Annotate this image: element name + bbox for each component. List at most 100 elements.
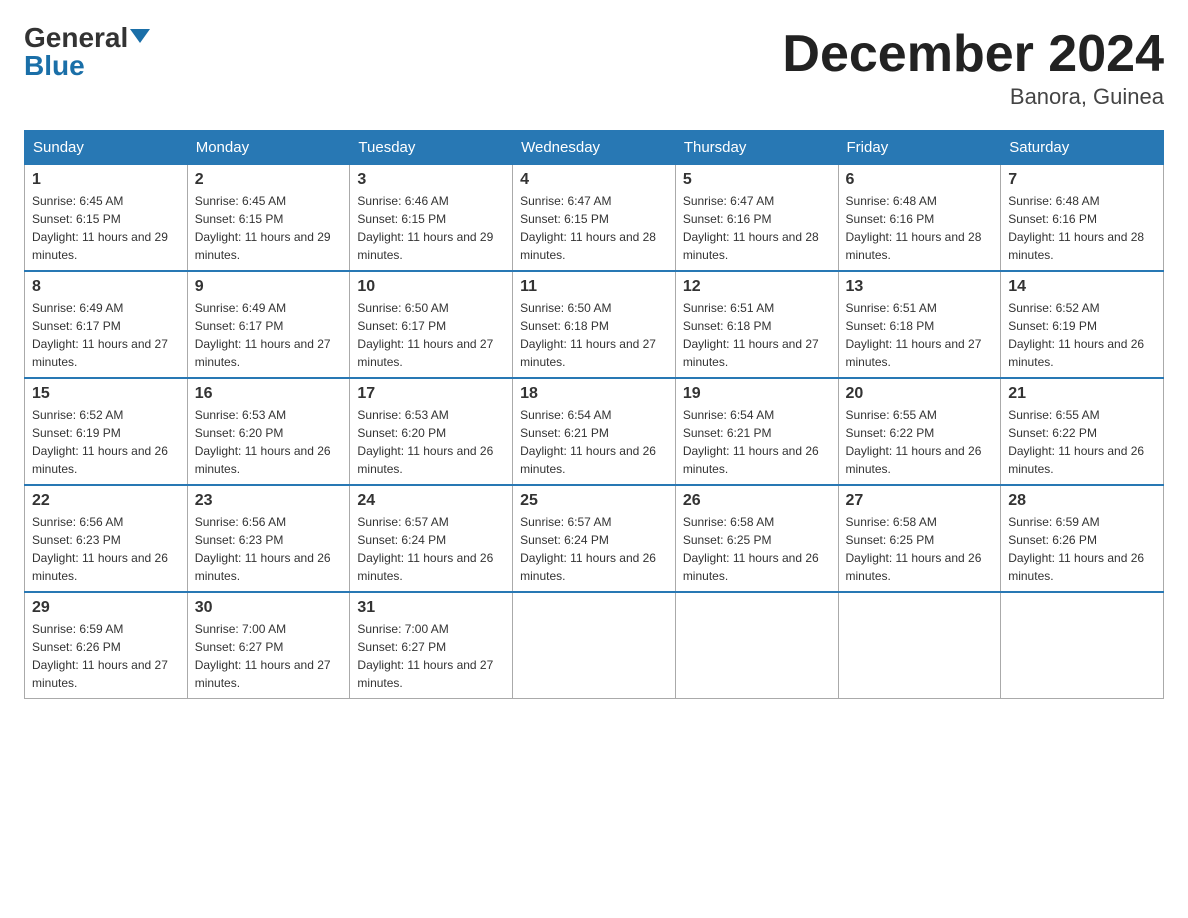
day-info: Sunrise: 6:49 AM Sunset: 6:17 PM Dayligh…	[32, 299, 180, 371]
calendar-cell: 30 Sunrise: 7:00 AM Sunset: 6:27 PM Dayl…	[187, 592, 350, 699]
location: Banora, Guinea	[782, 84, 1164, 110]
calendar-cell: 24 Sunrise: 6:57 AM Sunset: 6:24 PM Dayl…	[350, 485, 513, 592]
day-info: Sunrise: 6:50 AM Sunset: 6:18 PM Dayligh…	[520, 299, 668, 371]
day-number: 18	[520, 385, 668, 403]
calendar-cell: 18 Sunrise: 6:54 AM Sunset: 6:21 PM Dayl…	[513, 378, 676, 485]
day-number: 4	[520, 171, 668, 189]
calendar-table: SundayMondayTuesdayWednesdayThursdayFrid…	[24, 130, 1164, 699]
day-number: 28	[1008, 492, 1156, 510]
day-number: 19	[683, 385, 831, 403]
logo-triangle-icon	[130, 29, 150, 43]
day-number: 12	[683, 278, 831, 296]
day-info: Sunrise: 6:45 AM Sunset: 6:15 PM Dayligh…	[195, 192, 343, 264]
day-number: 13	[846, 278, 994, 296]
calendar-cell	[513, 592, 676, 699]
title-block: December 2024 Banora, Guinea	[782, 24, 1164, 110]
calendar-cell: 25 Sunrise: 6:57 AM Sunset: 6:24 PM Dayl…	[513, 485, 676, 592]
page-header: General Blue December 2024 Banora, Guine…	[24, 24, 1164, 110]
logo: General Blue	[24, 24, 150, 80]
day-number: 6	[846, 171, 994, 189]
day-info: Sunrise: 6:51 AM Sunset: 6:18 PM Dayligh…	[683, 299, 831, 371]
day-info: Sunrise: 6:53 AM Sunset: 6:20 PM Dayligh…	[195, 406, 343, 478]
day-header-tuesday: Tuesday	[350, 131, 513, 165]
day-info: Sunrise: 6:57 AM Sunset: 6:24 PM Dayligh…	[520, 513, 668, 585]
day-header-saturday: Saturday	[1001, 131, 1164, 165]
day-info: Sunrise: 6:59 AM Sunset: 6:26 PM Dayligh…	[1008, 513, 1156, 585]
day-number: 26	[683, 492, 831, 510]
calendar-cell: 20 Sunrise: 6:55 AM Sunset: 6:22 PM Dayl…	[838, 378, 1001, 485]
calendar-cell	[1001, 592, 1164, 699]
calendar-cell: 15 Sunrise: 6:52 AM Sunset: 6:19 PM Dayl…	[25, 378, 188, 485]
week-row-3: 15 Sunrise: 6:52 AM Sunset: 6:19 PM Dayl…	[25, 378, 1164, 485]
day-info: Sunrise: 6:50 AM Sunset: 6:17 PM Dayligh…	[357, 299, 505, 371]
day-number: 7	[1008, 171, 1156, 189]
day-number: 30	[195, 599, 343, 617]
week-row-2: 8 Sunrise: 6:49 AM Sunset: 6:17 PM Dayli…	[25, 271, 1164, 378]
calendar-cell: 7 Sunrise: 6:48 AM Sunset: 6:16 PM Dayli…	[1001, 165, 1164, 272]
day-info: Sunrise: 6:47 AM Sunset: 6:16 PM Dayligh…	[683, 192, 831, 264]
calendar-cell: 26 Sunrise: 6:58 AM Sunset: 6:25 PM Dayl…	[675, 485, 838, 592]
day-info: Sunrise: 6:48 AM Sunset: 6:16 PM Dayligh…	[1008, 192, 1156, 264]
day-header-friday: Friday	[838, 131, 1001, 165]
day-info: Sunrise: 6:58 AM Sunset: 6:25 PM Dayligh…	[846, 513, 994, 585]
day-number: 20	[846, 385, 994, 403]
calendar-cell: 12 Sunrise: 6:51 AM Sunset: 6:18 PM Dayl…	[675, 271, 838, 378]
calendar-cell: 10 Sunrise: 6:50 AM Sunset: 6:17 PM Dayl…	[350, 271, 513, 378]
day-info: Sunrise: 6:53 AM Sunset: 6:20 PM Dayligh…	[357, 406, 505, 478]
day-info: Sunrise: 6:58 AM Sunset: 6:25 PM Dayligh…	[683, 513, 831, 585]
day-number: 15	[32, 385, 180, 403]
day-number: 23	[195, 492, 343, 510]
calendar-cell: 21 Sunrise: 6:55 AM Sunset: 6:22 PM Dayl…	[1001, 378, 1164, 485]
calendar-cell: 28 Sunrise: 6:59 AM Sunset: 6:26 PM Dayl…	[1001, 485, 1164, 592]
calendar-cell: 17 Sunrise: 6:53 AM Sunset: 6:20 PM Dayl…	[350, 378, 513, 485]
day-header-thursday: Thursday	[675, 131, 838, 165]
day-info: Sunrise: 6:52 AM Sunset: 6:19 PM Dayligh…	[32, 406, 180, 478]
day-info: Sunrise: 6:45 AM Sunset: 6:15 PM Dayligh…	[32, 192, 180, 264]
day-header-monday: Monday	[187, 131, 350, 165]
calendar-cell: 1 Sunrise: 6:45 AM Sunset: 6:15 PM Dayli…	[25, 165, 188, 272]
calendar-cell: 16 Sunrise: 6:53 AM Sunset: 6:20 PM Dayl…	[187, 378, 350, 485]
day-info: Sunrise: 6:56 AM Sunset: 6:23 PM Dayligh…	[32, 513, 180, 585]
day-number: 27	[846, 492, 994, 510]
day-number: 2	[195, 171, 343, 189]
day-number: 3	[357, 171, 505, 189]
calendar-cell: 9 Sunrise: 6:49 AM Sunset: 6:17 PM Dayli…	[187, 271, 350, 378]
calendar-cell	[675, 592, 838, 699]
week-row-4: 22 Sunrise: 6:56 AM Sunset: 6:23 PM Dayl…	[25, 485, 1164, 592]
day-number: 22	[32, 492, 180, 510]
day-number: 11	[520, 278, 668, 296]
calendar-cell: 23 Sunrise: 6:56 AM Sunset: 6:23 PM Dayl…	[187, 485, 350, 592]
day-number: 5	[683, 171, 831, 189]
day-info: Sunrise: 6:54 AM Sunset: 6:21 PM Dayligh…	[683, 406, 831, 478]
day-number: 16	[195, 385, 343, 403]
calendar-cell: 3 Sunrise: 6:46 AM Sunset: 6:15 PM Dayli…	[350, 165, 513, 272]
calendar-cell: 8 Sunrise: 6:49 AM Sunset: 6:17 PM Dayli…	[25, 271, 188, 378]
calendar-cell: 2 Sunrise: 6:45 AM Sunset: 6:15 PM Dayli…	[187, 165, 350, 272]
month-title: December 2024	[782, 24, 1164, 84]
day-number: 21	[1008, 385, 1156, 403]
calendar-cell: 4 Sunrise: 6:47 AM Sunset: 6:15 PM Dayli…	[513, 165, 676, 272]
logo-general: General	[24, 24, 128, 52]
day-info: Sunrise: 6:47 AM Sunset: 6:15 PM Dayligh…	[520, 192, 668, 264]
calendar-cell: 31 Sunrise: 7:00 AM Sunset: 6:27 PM Dayl…	[350, 592, 513, 699]
day-number: 29	[32, 599, 180, 617]
calendar-cell: 27 Sunrise: 6:58 AM Sunset: 6:25 PM Dayl…	[838, 485, 1001, 592]
calendar-cell: 14 Sunrise: 6:52 AM Sunset: 6:19 PM Dayl…	[1001, 271, 1164, 378]
calendar-cell: 11 Sunrise: 6:50 AM Sunset: 6:18 PM Dayl…	[513, 271, 676, 378]
day-info: Sunrise: 6:57 AM Sunset: 6:24 PM Dayligh…	[357, 513, 505, 585]
calendar-cell: 5 Sunrise: 6:47 AM Sunset: 6:16 PM Dayli…	[675, 165, 838, 272]
calendar-cell: 22 Sunrise: 6:56 AM Sunset: 6:23 PM Dayl…	[25, 485, 188, 592]
day-number: 25	[520, 492, 668, 510]
day-info: Sunrise: 6:55 AM Sunset: 6:22 PM Dayligh…	[1008, 406, 1156, 478]
day-number: 31	[357, 599, 505, 617]
day-number: 8	[32, 278, 180, 296]
day-number: 24	[357, 492, 505, 510]
day-number: 14	[1008, 278, 1156, 296]
day-info: Sunrise: 6:59 AM Sunset: 6:26 PM Dayligh…	[32, 620, 180, 692]
day-info: Sunrise: 6:56 AM Sunset: 6:23 PM Dayligh…	[195, 513, 343, 585]
day-header-wednesday: Wednesday	[513, 131, 676, 165]
calendar-cell: 6 Sunrise: 6:48 AM Sunset: 6:16 PM Dayli…	[838, 165, 1001, 272]
day-number: 17	[357, 385, 505, 403]
calendar-cell	[838, 592, 1001, 699]
week-row-5: 29 Sunrise: 6:59 AM Sunset: 6:26 PM Dayl…	[25, 592, 1164, 699]
